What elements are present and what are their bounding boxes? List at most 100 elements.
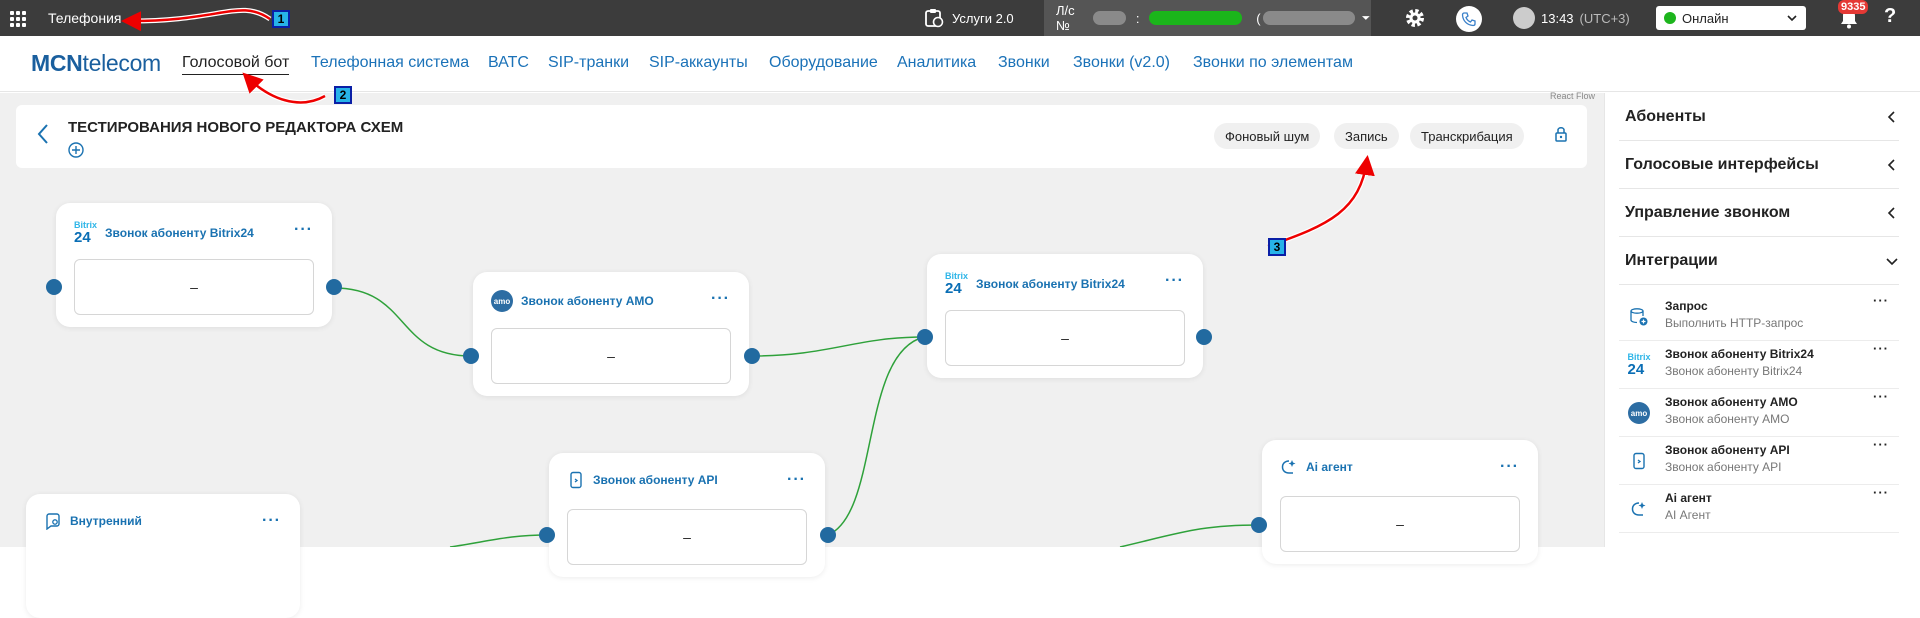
flow-node[interactable]: Звонок абоненту API ··· – [549,453,825,577]
edge-bitrix-to-amo [333,287,472,357]
node-output-handle[interactable] [326,279,342,295]
help-icon[interactable]: ? [1884,5,1896,28]
library-item[interactable]: Bitrix 24 Звонок абоненту Bitrix24 Звонок… [1619,341,1899,389]
node-header: Bitrix 24 Звонок абоненту Bitrix24 [945,272,1125,297]
node-output-handle[interactable] [744,348,760,364]
library-item[interactable]: amo Звонок абоненту АМО Звонок абоненту … [1619,389,1899,437]
node-title: Ai агент [1306,460,1353,474]
nav-item-calls-v2[interactable]: Звонки (v2.0) [1073,54,1170,72]
nav-item-calls[interactable]: Звонки [998,54,1050,72]
nav-item-sip-trunks[interactable]: SIP-транки [548,54,629,72]
nav-item-sip-accounts[interactable]: SIP-аккаунты [649,54,748,72]
account-number-redacted [1092,11,1126,25]
section-integrations[interactable]: Интеграции [1619,237,1899,285]
flow-node[interactable]: Внутренний ··· [26,494,300,618]
account-paren: ( [1256,10,1261,26]
settings-gear-icon[interactable] [1403,6,1427,30]
node-value-box[interactable]: – [1280,496,1520,552]
library-item-more-icon[interactable]: ··· [1873,485,1889,500]
node-title: Звонок абоненту Bitrix24 [976,277,1125,291]
node-more-icon[interactable]: ··· [711,290,730,308]
library-item-desc: Звонок абоненту API [1665,460,1782,474]
bitrix24-icon: Bitrix 24 [1627,352,1651,378]
library-item[interactable]: Звонок абоненту API Звонок абоненту API … [1619,437,1899,485]
add-circle-icon[interactable] [68,142,84,158]
nav-item-equipment[interactable]: Оборудование [769,54,878,72]
recording-button[interactable]: Запись [1334,123,1399,149]
avatar [1513,7,1535,29]
edge-api-to-bitrix2 [827,336,925,536]
back-arrow-icon[interactable] [36,123,50,145]
library-item[interactable]: Запрос Выполнить HTTP-запрос ··· [1619,293,1899,341]
account-detail-redacted [1262,11,1356,25]
node-more-icon[interactable]: ··· [294,221,313,239]
nav-item-analytics[interactable]: Аналитика [897,54,976,72]
section-voice-interfaces[interactable]: Голосовые интерфейсы [1619,141,1899,189]
section-title: Голосовые интерфейсы [1625,155,1819,173]
node-output-handle[interactable] [820,527,836,543]
services-link[interactable]: Услуги 2.0 [924,0,1014,36]
react-flow-attribution[interactable]: React Flow [1550,91,1595,101]
library-item[interactable]: Ai агент AI Агент ··· [1619,485,1899,533]
background-noise-button[interactable]: Фоновый шум [1214,123,1321,149]
library-item-name: Ai агент [1665,491,1712,505]
library-item-more-icon[interactable]: ··· [1873,341,1889,356]
transcription-button[interactable]: Транскрибация [1410,123,1524,149]
user-menu[interactable]: 13:43 (UTC+3) [1513,7,1630,29]
services-label: Услуги 2.0 [952,10,1014,26]
flow-node[interactable]: amo Звонок абоненту АМО ··· – [473,272,749,396]
softphone-button[interactable] [1456,6,1482,32]
library-item-more-icon[interactable]: ··· [1873,293,1889,308]
account-selector[interactable]: Л/с № : ( [1044,0,1371,36]
section-title: Управление звонком [1625,203,1791,221]
node-input-handle[interactable] [46,279,62,295]
node-value-box[interactable]: – [945,310,1185,366]
flow-header: ТЕСТИРОВАНИЯ НОВОГО РЕДАКТОРА СХЕМ Фонов… [16,105,1587,168]
mcn-logo[interactable]: MCNtelecom [31,50,161,77]
node-output-handle[interactable] [1196,329,1212,345]
section-subscribers[interactable]: Абоненты [1619,93,1899,141]
lock-icon[interactable] [1554,125,1568,143]
node-title: Звонок абоненту Bitrix24 [105,226,254,240]
section-call-control[interactable]: Управление звонком [1619,189,1899,237]
library-item-name: Запрос [1665,299,1708,313]
flow-canvas[interactable]: ТЕСТИРОВАНИЯ НОВОГО РЕДАКТОРА СХЕМ Фонов… [0,93,1604,618]
amo-icon: amo [1627,401,1651,425]
section-title: Интеграции [1625,251,1718,269]
flow-node[interactable]: Bitrix 24 Звонок абоненту Bitrix24 ··· – [927,254,1203,378]
apps-grid-icon[interactable] [10,11,26,27]
status-select[interactable]: Онлайн [1656,6,1806,30]
library-item-name: Звонок абоненту Bitrix24 [1665,347,1814,361]
flow-node[interactable]: Bitrix 24 Звонок абоненту Bitrix24 ··· – [56,203,332,327]
library-item-name: Звонок абоненту АМО [1665,395,1798,409]
node-header: amo Звонок абоненту АМО [491,290,654,312]
flow-node[interactable]: Ai агент ··· – [1262,440,1538,564]
nav-item-phone-system[interactable]: Телефонная система [311,54,469,72]
node-value-box[interactable]: – [567,509,807,565]
node-more-icon[interactable]: ··· [262,512,281,530]
app-title[interactable]: Телефония [48,10,121,26]
nav-item-vats[interactable]: ВАТС [488,54,529,72]
node-value-box[interactable]: – [74,259,314,315]
node-input-handle[interactable] [1251,517,1267,533]
services-icon [925,9,944,28]
node-more-icon[interactable]: ··· [1500,458,1519,476]
node-more-icon[interactable]: ··· [787,471,806,489]
library-item-more-icon[interactable]: ··· [1873,389,1889,404]
node-value-box[interactable]: – [491,328,731,384]
ai-agent-icon [1627,497,1651,521]
chevron-down-icon [1362,16,1371,20]
api-call-icon [570,471,582,489]
nav-item-calls-by-elements[interactable]: Звонки по элементам [1193,54,1353,72]
node-input-handle[interactable] [463,348,479,364]
node-input-handle[interactable] [539,527,555,543]
ai-agent-icon [1281,460,1296,474]
library-item-more-icon[interactable]: ··· [1873,437,1889,452]
nav-item-voice-bot[interactable]: Голосовой бот [182,54,290,75]
account-name-redacted [1149,11,1243,25]
bitrix24-icon: Bitrix 24 [74,220,98,246]
node-input-handle[interactable] [917,329,933,345]
node-more-icon[interactable]: ··· [1165,272,1184,290]
node-header: Внутренний [44,512,142,530]
database-request-icon [1627,305,1651,329]
